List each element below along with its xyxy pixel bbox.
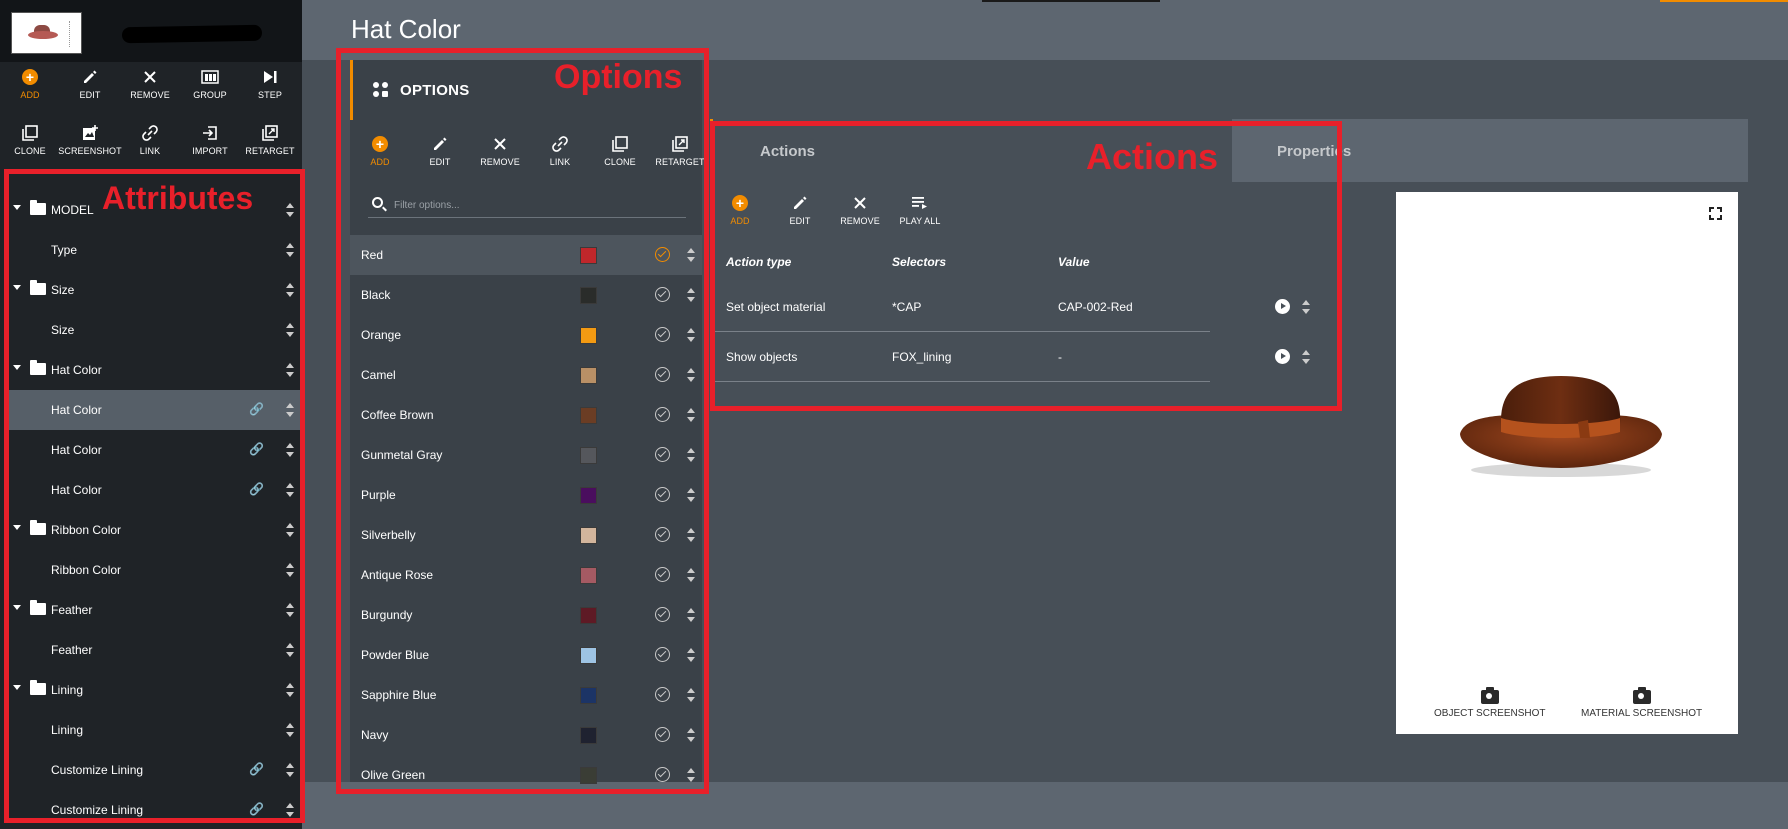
annotation-actions-label: Actions	[1086, 136, 1219, 177]
sidebar-header	[0, 0, 302, 62]
top-bar-accent	[982, 0, 1160, 2]
sidebar-toolbar-row1: + ADD EDIT REMOVE GROUP STEP	[0, 68, 300, 110]
camera-switch-icon	[1632, 687, 1651, 704]
redacted-model-name	[121, 24, 263, 44]
pencil-icon	[81, 68, 99, 86]
retarget-icon	[261, 124, 279, 142]
top-bar-accent-orange	[1660, 0, 1788, 2]
import-icon	[201, 124, 219, 142]
annotation-actions-box	[710, 121, 1342, 411]
sidebar-screenshot-button[interactable]: SCREENSHOT	[58, 124, 122, 166]
model-thumbnail[interactable]	[11, 12, 82, 54]
add-icon: +	[21, 68, 39, 86]
annotation-options-label: Options	[554, 58, 683, 96]
camera-icon	[1480, 687, 1499, 704]
sidebar-edit-button[interactable]: EDIT	[60, 68, 120, 110]
annotation-attributes-label: Attributes	[102, 180, 254, 216]
sidebar-group-button[interactable]: GROUP	[180, 68, 240, 110]
sidebar-step-button[interactable]: STEP	[240, 68, 300, 110]
sidebar-link-button[interactable]: LINK	[120, 124, 180, 166]
sidebar-retarget-button[interactable]: RETARGET	[240, 124, 300, 166]
sidebar-remove-button[interactable]: REMOVE	[120, 68, 180, 110]
group-icon	[201, 68, 219, 86]
annotation-options-box	[336, 48, 709, 794]
close-icon	[141, 68, 159, 86]
page-title: Hat Color	[351, 14, 461, 44]
link-icon	[141, 124, 159, 142]
hat-model-image	[1460, 376, 1662, 477]
fullscreen-icon[interactable]	[1709, 207, 1722, 220]
sidebar-import-button[interactable]: IMPORT	[180, 124, 240, 166]
clone-icon	[21, 124, 39, 142]
material-screenshot-button[interactable]: MATERIAL SCREENSHOT	[1581, 687, 1702, 719]
sidebar-add-button[interactable]: + ADD	[0, 68, 60, 110]
object-screenshot-button[interactable]: OBJECT SCREENSHOT	[1434, 687, 1546, 719]
3d-preview[interactable]: OBJECT SCREENSHOT MATERIAL SCREENSHOT	[1396, 192, 1738, 734]
annotation-attributes-box	[4, 169, 305, 823]
sidebar-toolbar-row2: CLONE SCREENSHOT LINK IMPORT RETARGET	[0, 124, 300, 166]
sidebar-clone-button[interactable]: CLONE	[0, 124, 60, 166]
step-icon	[261, 68, 279, 86]
screenshot-icon	[81, 124, 99, 142]
